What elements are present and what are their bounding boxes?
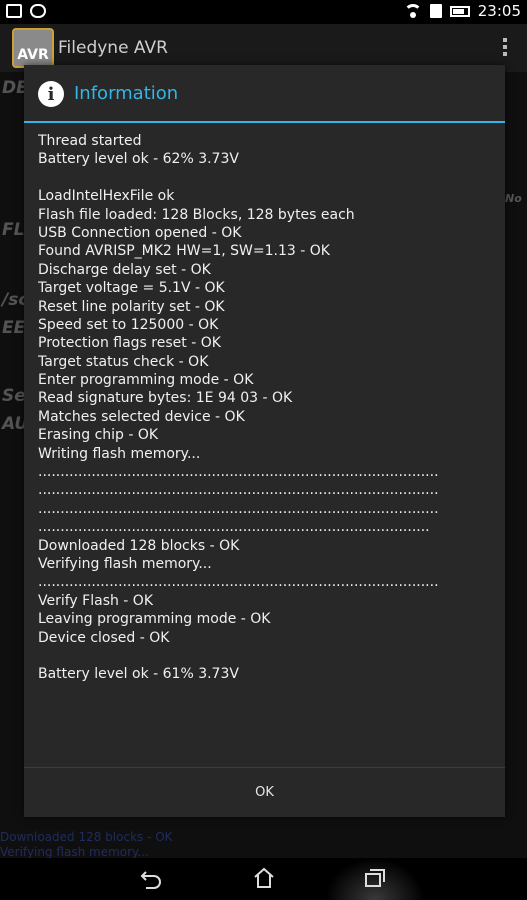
log-line: Enter programming mode - OK — [38, 372, 254, 389]
log-line: Verify Flash - OK — [38, 592, 154, 609]
log-line: Speed set to 125000 - OK — [38, 316, 219, 333]
app-logo[interactable]: AVR — [12, 28, 54, 68]
log-line: ........................................… — [38, 519, 430, 536]
status-time: 23:05 — [477, 2, 521, 20]
notification-icons — [6, 4, 46, 18]
status-bar: 23:05 — [0, 0, 527, 24]
log-line: Reset line polarity set - OK — [38, 298, 225, 315]
log-line: ........................................… — [38, 464, 439, 481]
log-line: Protection flags reset - OK — [38, 335, 221, 352]
app-title: Filedyne AVR — [58, 38, 168, 58]
overflow-menu-icon[interactable] — [503, 38, 507, 56]
battery-icon — [449, 5, 470, 17]
recent-apps-icon[interactable] — [364, 868, 386, 888]
back-icon[interactable] — [140, 868, 162, 890]
log-line: Matches selected device - OK — [38, 408, 245, 425]
log-line: Read signature bytes: 1E 94 03 - OK — [38, 390, 293, 407]
log-line: ........................................… — [38, 482, 439, 499]
log-line: Device closed - OK — [38, 629, 170, 646]
info-icon: i — [38, 81, 64, 107]
log-line: Target voltage = 5.1V - OK — [38, 280, 225, 297]
log-line: Battery level ok - 62% 3.73V — [38, 151, 239, 168]
log-line: ........................................… — [38, 574, 439, 591]
dialog-header: i Information — [24, 65, 505, 123]
wifi-icon — [403, 4, 422, 18]
log-line: Target status check - OK — [38, 353, 209, 370]
log-line: USB Connection opened - OK — [38, 224, 242, 241]
log-line: LoadIntelHexFile ok — [38, 188, 175, 205]
log-line: Writing flash memory... — [38, 445, 201, 462]
log-line: Flash file loaded: 128 Blocks, 128 bytes… — [38, 206, 355, 223]
gallery-notification-icon — [6, 4, 22, 18]
sim-icon — [429, 4, 442, 18]
navigation-bar — [0, 858, 527, 900]
log-line: Thread started — [38, 133, 142, 149]
log-line: ........................................… — [38, 500, 439, 517]
log-line: Leaving programming mode - OK — [38, 611, 271, 628]
information-dialog: i Information Thread started Battery leve… — [24, 65, 505, 817]
home-icon[interactable] — [252, 866, 276, 890]
cloud-upload-icon — [30, 4, 46, 18]
log-line: Downloaded 128 blocks - OK — [38, 537, 240, 554]
log-line: Erasing chip - OK — [38, 427, 159, 444]
dialog-message: Thread started Battery level ok - 62% 3.7… — [38, 132, 493, 684]
log-line: Discharge delay set - OK — [38, 261, 211, 278]
log-line: Found AVRISP_MK2 HW=1, SW=1.13 - OK — [38, 243, 330, 260]
dialog-title-divider — [24, 121, 505, 123]
ok-button[interactable]: OK — [24, 768, 505, 817]
system-icons: 23:05 — [403, 2, 521, 20]
log-line: Verifying flash memory... — [38, 555, 212, 572]
dialog-title: Information — [74, 83, 179, 104]
log-line: Battery level ok - 61% 3.73V — [38, 666, 239, 683]
